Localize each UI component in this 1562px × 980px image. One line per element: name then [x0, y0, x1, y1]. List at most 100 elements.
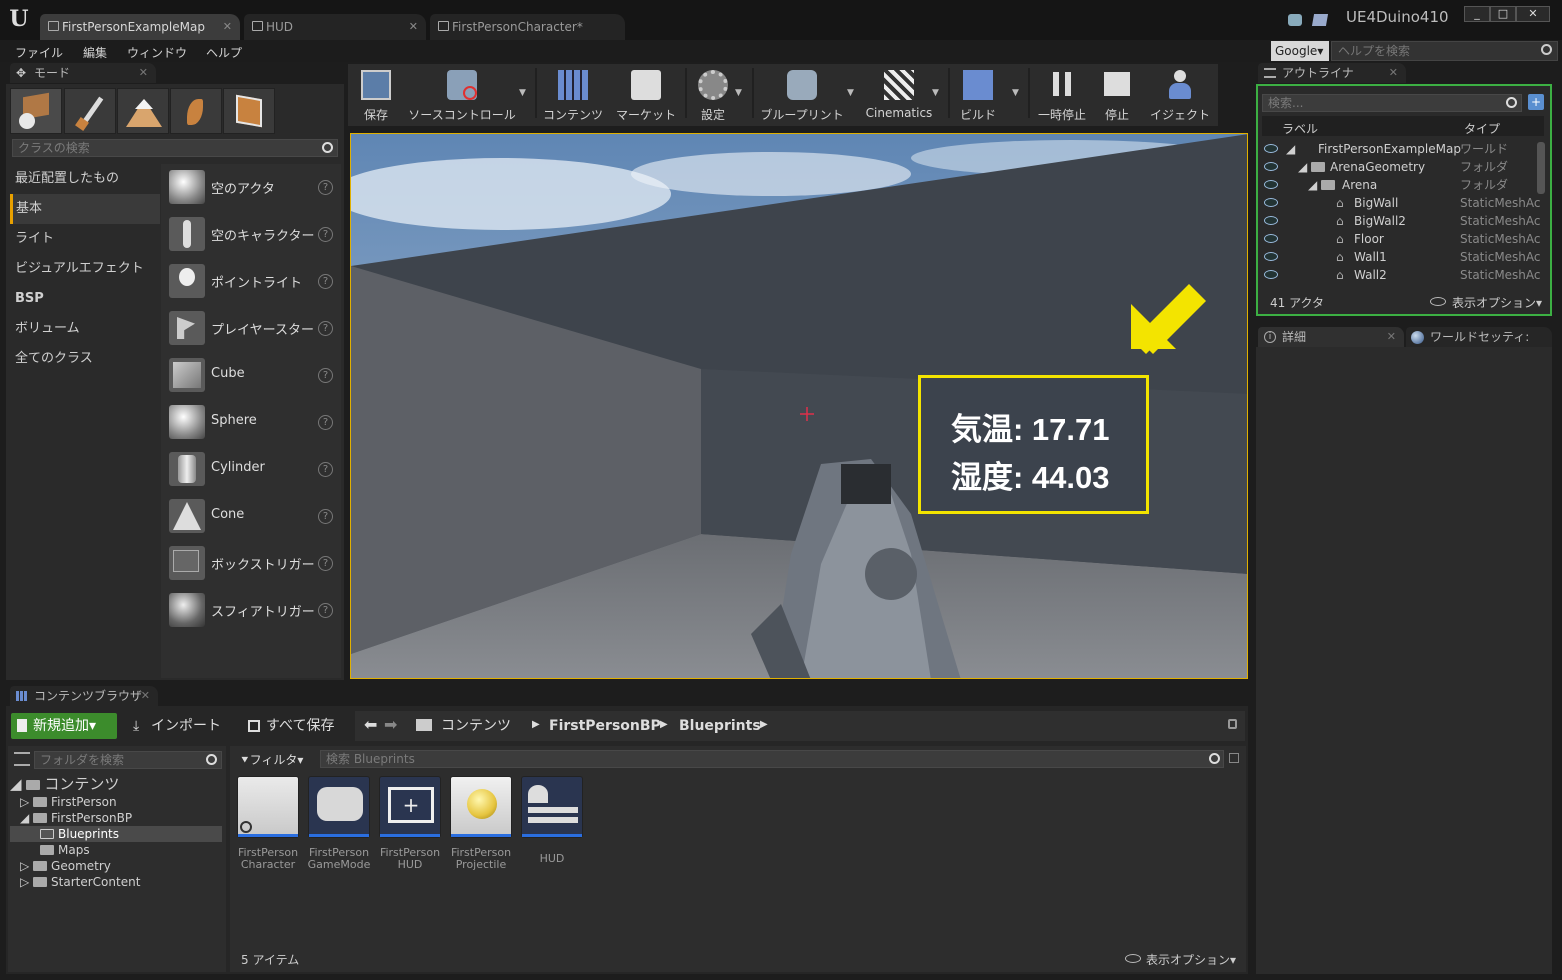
- place-mode-icon[interactable]: [10, 88, 62, 134]
- foliage-mode-icon[interactable]: [170, 88, 222, 134]
- search-engine-dropdown[interactable]: Google▾: [1271, 41, 1329, 61]
- chevron-down-icon[interactable]: ▼: [847, 88, 854, 98]
- place-item-cone[interactable]: Cone ?: [162, 493, 340, 540]
- hat-icon[interactable]: [1311, 14, 1329, 26]
- maximize-button[interactable]: □: [1490, 6, 1516, 22]
- save-all-button[interactable]: すべて保存: [248, 713, 334, 739]
- landscape-mode-icon[interactable]: [117, 88, 169, 134]
- close-icon[interactable]: ✕: [1387, 327, 1396, 347]
- outliner-row[interactable]: ⌂ BigWall StaticMeshAc: [1262, 194, 1541, 212]
- tab-details[interactable]: i 詳細 ✕: [1258, 327, 1404, 347]
- help-search-input[interactable]: ヘルプを検索: [1331, 41, 1558, 61]
- tree-item-geometry[interactable]: ▷ Geometry: [20, 858, 111, 874]
- asset-search-input[interactable]: 検索 Blueprints: [320, 750, 1224, 768]
- feedback-icon[interactable]: [1288, 14, 1302, 26]
- content-button[interactable]: コンテンツ: [540, 66, 606, 122]
- visibility-eye-icon[interactable]: [1264, 198, 1278, 207]
- tree-item-firstpersonbp[interactable]: ◢ FirstPersonBP: [20, 810, 132, 826]
- tab-world-settings[interactable]: ワールドセッティ:: [1406, 327, 1552, 347]
- tab-firstpersonexamplemap[interactable]: FirstPersonExampleMap ✕: [40, 14, 240, 40]
- close-window-button[interactable]: ✕: [1516, 6, 1550, 22]
- help-icon[interactable]: ?: [318, 180, 333, 195]
- place-item-cube[interactable]: Cube ?: [162, 352, 340, 399]
- pause-button[interactable]: 一時停止: [1034, 66, 1090, 122]
- unreal-logo-icon[interactable]: U: [4, 4, 34, 34]
- outliner-row[interactable]: ◢ FirstPersonExampleMap ワールド: [1262, 140, 1538, 158]
- tree-item-blueprints[interactable]: Blueprints: [40, 826, 119, 842]
- place-item-sphere[interactable]: Sphere ?: [162, 399, 340, 446]
- category-lights[interactable]: ライト: [10, 224, 160, 254]
- outliner-row[interactable]: ⌂ Floor StaticMeshAc: [1262, 230, 1541, 248]
- folder-search-input[interactable]: フォルダを検索: [34, 751, 222, 769]
- menu-help[interactable]: ヘルプ: [206, 44, 242, 61]
- close-icon[interactable]: ✕: [139, 63, 148, 83]
- place-item-point-light[interactable]: ポイントライト ?: [162, 258, 340, 305]
- cinematics-button[interactable]: Cinematics: [864, 66, 934, 122]
- source-control-button[interactable]: ソースコントロール: [404, 66, 520, 122]
- back-arrow-icon[interactable]: ⬅: [364, 715, 377, 734]
- outliner-row[interactable]: ⌂ BigWall2 StaticMeshAc: [1262, 212, 1541, 230]
- chevron-right-icon[interactable]: ▶: [532, 719, 540, 730]
- chevron-down-icon[interactable]: ▼: [735, 88, 742, 98]
- column-type[interactable]: タイプ: [1464, 120, 1500, 137]
- blueprints-button[interactable]: ブループリント: [756, 66, 848, 122]
- outliner-row[interactable]: ⌂ Wall2 StaticMeshAc: [1262, 266, 1541, 284]
- marketplace-button[interactable]: マーケット: [612, 66, 680, 122]
- search-icon[interactable]: [1541, 44, 1552, 55]
- help-icon[interactable]: ?: [318, 321, 333, 336]
- save-button[interactable]: 保存: [352, 66, 400, 122]
- category-recent[interactable]: 最近配置したもの: [10, 164, 160, 194]
- add-folder-icon[interactable]: +: [1528, 94, 1544, 110]
- outliner-row[interactable]: ◢ ArenaGeometry フォルダ: [1262, 158, 1538, 176]
- visibility-eye-icon[interactable]: [1264, 180, 1278, 189]
- category-basic[interactable]: 基本: [10, 194, 160, 224]
- help-icon[interactable]: ?: [318, 509, 333, 524]
- asset-tile-hud[interactable]: [521, 776, 583, 838]
- minimize-button[interactable]: _: [1464, 6, 1490, 22]
- chevron-right-icon[interactable]: ▶: [760, 719, 768, 730]
- visibility-eye-icon[interactable]: [1264, 144, 1278, 153]
- breadcrumb-content[interactable]: コンテンツ: [441, 713, 511, 739]
- category-visual-effects[interactable]: ビジュアルエフェクト: [10, 254, 160, 284]
- tree-item-content[interactable]: ◢ コンテンツ: [10, 776, 119, 792]
- modes-tab[interactable]: ✥ モード ✕: [10, 63, 156, 83]
- asset-tile-firstpersonprojectile[interactable]: [450, 776, 512, 838]
- forward-arrow-icon[interactable]: ➡: [384, 715, 397, 734]
- lock-icon[interactable]: [1228, 719, 1237, 729]
- import-button[interactable]: ⤓ インポート: [131, 713, 221, 739]
- paint-mode-icon[interactable]: [64, 88, 116, 134]
- chevron-right-icon[interactable]: ▶: [660, 719, 668, 730]
- chevron-down-icon[interactable]: ▼: [519, 88, 526, 98]
- asset-tile-firstpersonhud[interactable]: +: [379, 776, 441, 838]
- settings-button[interactable]: 設定: [690, 66, 736, 122]
- tree-item-maps[interactable]: Maps: [40, 842, 90, 858]
- menu-window[interactable]: ウィンドウ: [127, 44, 187, 61]
- outliner-search-input[interactable]: 検索...: [1262, 94, 1522, 112]
- help-icon[interactable]: ?: [318, 415, 333, 430]
- outliner-row[interactable]: ◢ Arena フォルダ: [1262, 176, 1538, 194]
- outliner-tab[interactable]: アウトライナ ✕: [1258, 63, 1406, 83]
- breadcrumb-firstpersonbp[interactable]: FirstPersonBP: [549, 713, 661, 739]
- sources-toggle-icon[interactable]: [14, 752, 30, 766]
- visibility-eye-icon[interactable]: [1264, 234, 1278, 243]
- visibility-eye-icon[interactable]: [1264, 270, 1278, 279]
- tab-firstpersoncharacter[interactable]: FirstPersonCharacter*: [430, 14, 625, 40]
- content-view-options[interactable]: 表示オプション▾: [1146, 951, 1236, 968]
- help-icon[interactable]: ?: [318, 368, 333, 383]
- close-icon[interactable]: ✕: [141, 686, 150, 706]
- asset-tile-firstpersongamemode[interactable]: [308, 776, 370, 838]
- category-all-classes[interactable]: 全てのクラス: [10, 344, 160, 374]
- place-item-sphere-trigger[interactable]: スフィアトリガー ?: [162, 587, 340, 634]
- chevron-down-icon[interactable]: ▼: [1012, 88, 1019, 98]
- outliner-view-options[interactable]: 表示オプション▾: [1452, 294, 1542, 311]
- outliner-row[interactable]: ⌂ Wall1 StaticMeshAc: [1262, 248, 1541, 266]
- asset-tile-firstpersoncharacter[interactable]: [237, 776, 299, 838]
- chevron-down-icon[interactable]: ▼: [932, 88, 939, 98]
- eject-button[interactable]: イジェクト: [1146, 66, 1214, 122]
- tab-hud[interactable]: HUD ✕: [244, 14, 426, 40]
- filter-button[interactable]: ⯆フィルタ▾: [240, 751, 303, 768]
- place-item-player-start[interactable]: プレイヤースター ?: [162, 305, 340, 352]
- place-item-empty-actor[interactable]: 空のアクタ ?: [162, 164, 340, 211]
- place-item-empty-character[interactable]: 空のキャラクター ?: [162, 211, 340, 258]
- category-volumes[interactable]: ボリューム: [10, 314, 160, 344]
